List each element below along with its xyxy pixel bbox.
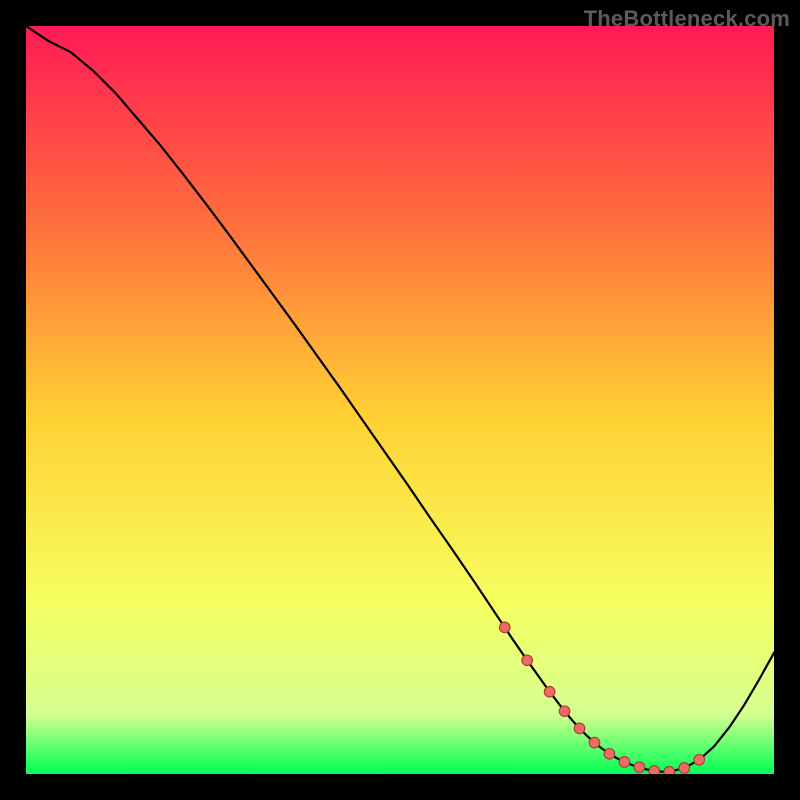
dot [664,766,675,774]
dot [522,655,533,666]
chart [26,26,774,774]
dot [604,749,615,760]
dot [559,706,570,717]
gradient-background [26,26,774,774]
dot [499,622,510,633]
dot [574,723,585,734]
dot [679,763,690,774]
dot [589,737,600,748]
dot [619,757,630,768]
dot [694,754,705,765]
dot [634,762,645,773]
watermark: TheBottleneck.com [584,6,790,32]
dot [649,766,660,774]
dot [544,686,555,697]
